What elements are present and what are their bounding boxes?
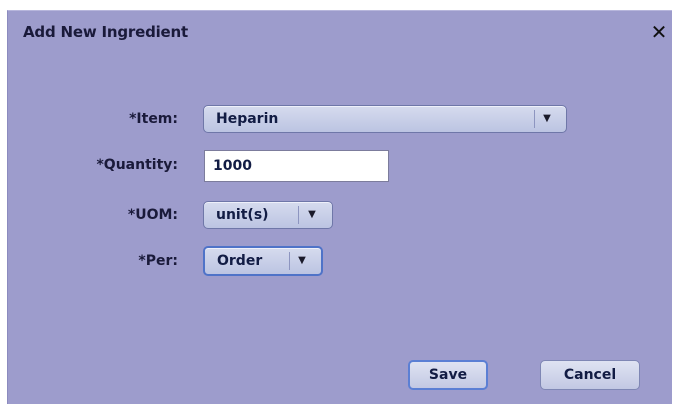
per-select-divider — [289, 252, 290, 270]
quantity-field[interactable] — [204, 150, 389, 182]
quantity-label: *Quantity: — [96, 157, 178, 173]
add-ingredient-dialog: Add New Ingredient ✕ *Item: Heparin ▼ *Q… — [7, 10, 672, 404]
item-select-value: Heparin — [216, 111, 279, 127]
chevron-down-icon: ▼ — [543, 113, 551, 124]
uom-label: *UOM: — [127, 207, 178, 223]
per-select-value: Order — [217, 253, 263, 269]
chevron-down-icon: ▼ — [298, 255, 306, 266]
uom-select-divider — [298, 206, 299, 224]
per-select[interactable]: Order ▼ — [203, 246, 323, 276]
cancel-button[interactable]: Cancel — [540, 360, 640, 390]
dialog-title: Add New Ingredient — [23, 23, 188, 41]
close-icon[interactable]: ✕ — [650, 22, 668, 42]
item-label: *Item: — [129, 111, 178, 127]
item-select[interactable]: Heparin ▼ — [203, 105, 567, 133]
uom-select[interactable]: unit(s) ▼ — [203, 201, 333, 229]
item-select-divider — [534, 110, 535, 128]
save-button[interactable]: Save — [408, 360, 488, 390]
uom-select-value: unit(s) — [216, 207, 269, 223]
chevron-down-icon: ▼ — [308, 209, 316, 220]
per-label: *Per: — [138, 253, 178, 269]
